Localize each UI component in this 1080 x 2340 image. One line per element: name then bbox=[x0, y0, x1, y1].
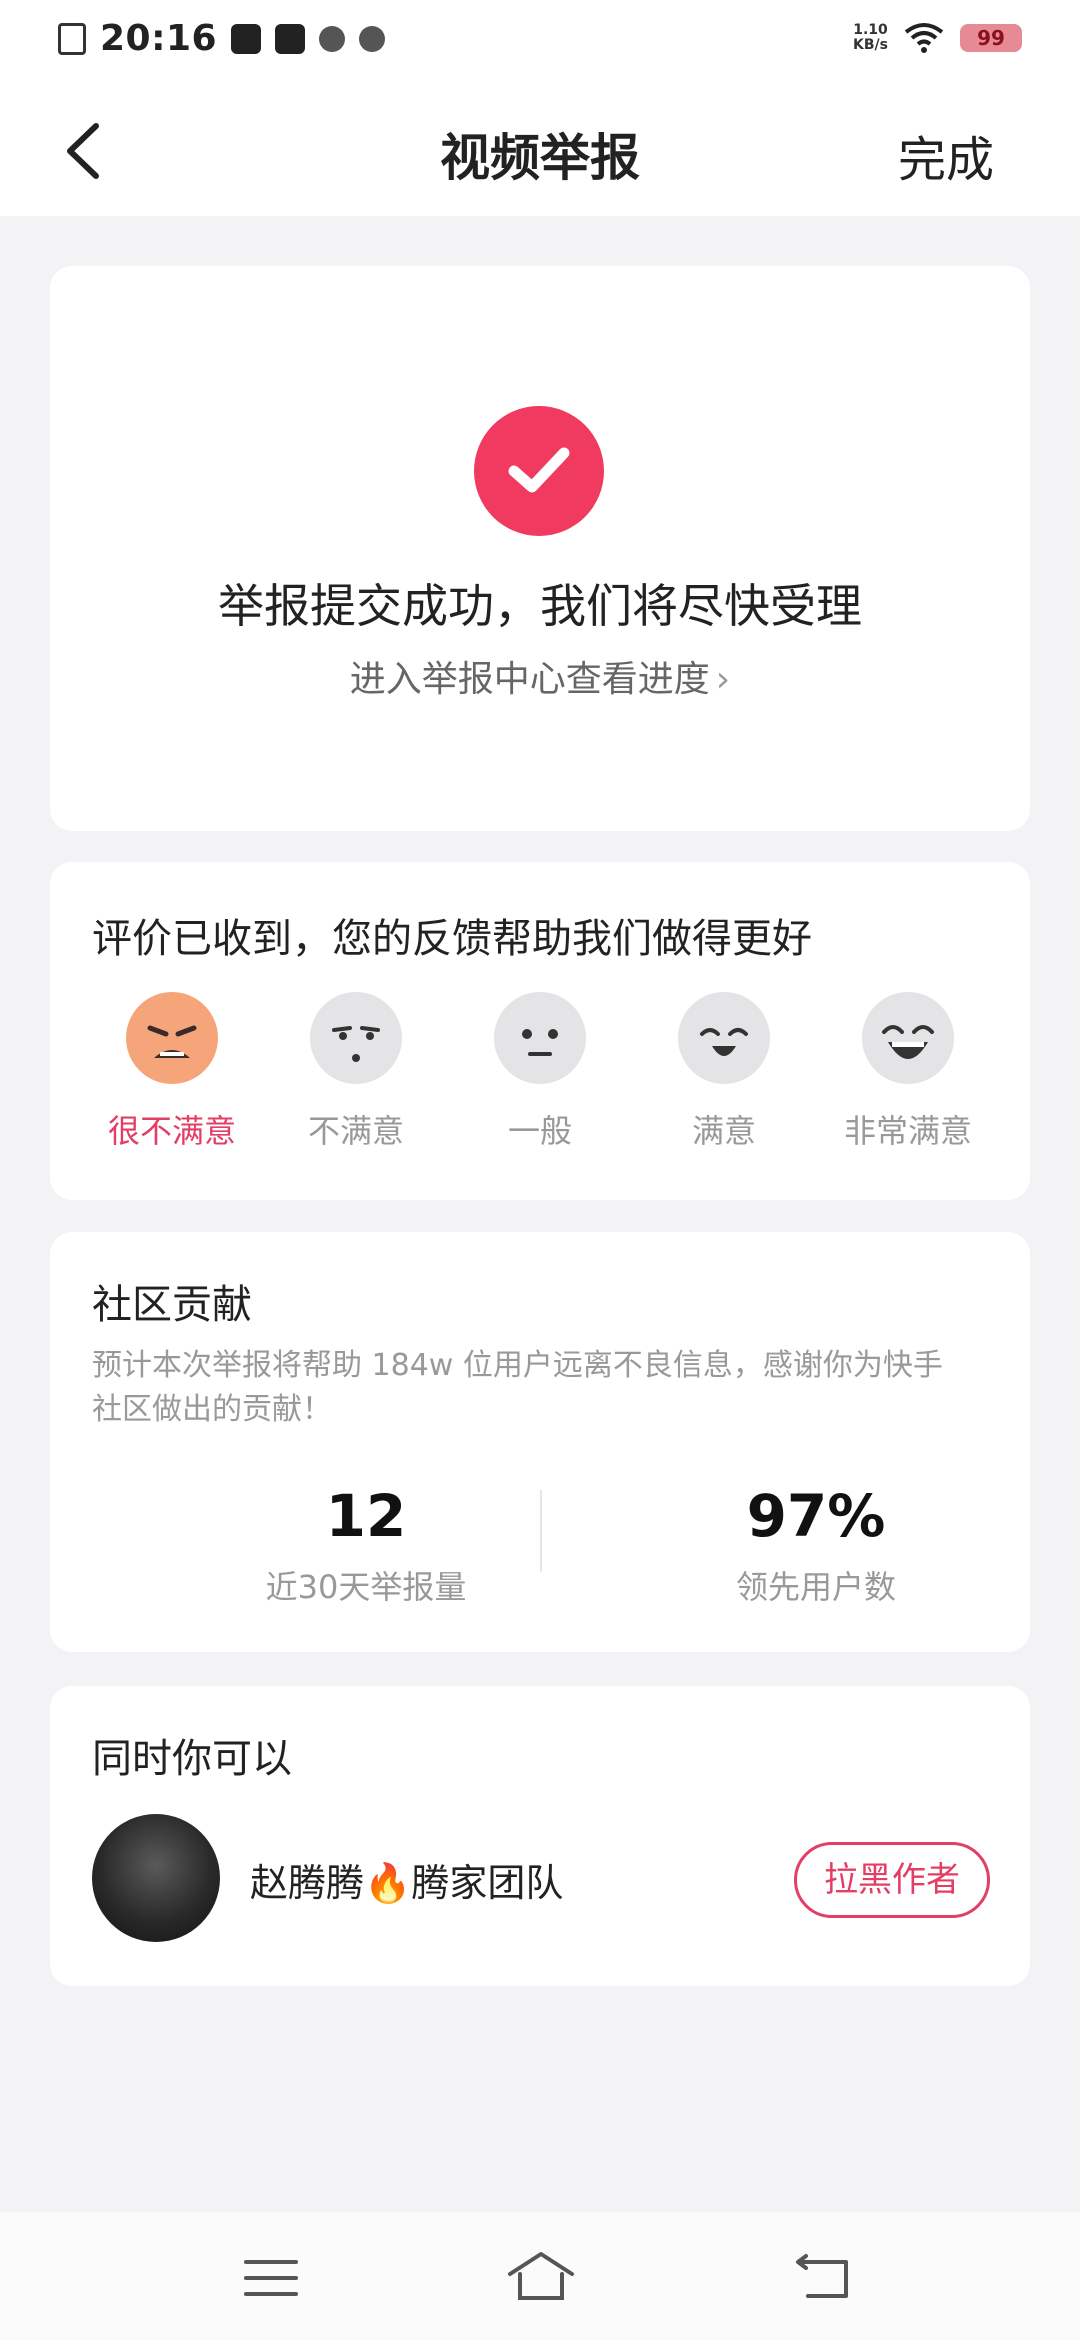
contribution-card: 社区贡献 预计本次举报将帮助 184w 位用户远离不良信息，感谢你为快手社区做出… bbox=[50, 1232, 1030, 1652]
check-icon bbox=[508, 447, 570, 493]
laughing-face-icon bbox=[862, 992, 954, 1084]
actions-card: 同时你可以 赵腾腾🔥腾家团队 拉黑作者 bbox=[50, 1686, 1030, 1986]
report-center-link[interactable]: 进入举报中心查看进度 › bbox=[50, 650, 1030, 702]
stat-value: 97% bbox=[746, 1482, 886, 1550]
wifi-icon bbox=[904, 23, 944, 53]
battery-icon: 99 bbox=[960, 24, 1022, 52]
tiktok-icon bbox=[275, 23, 306, 54]
stat-label: 领先用户数 bbox=[735, 1568, 896, 1606]
smiling-face-icon bbox=[678, 992, 770, 1084]
success-card: 举报提交成功，我们将尽快受理 进入举报中心查看进度 › bbox=[50, 266, 1030, 831]
rating-option-neutral[interactable]: 一般 bbox=[460, 992, 620, 1152]
rating-option-dissatisfied[interactable]: 不满意 bbox=[276, 992, 436, 1152]
network-speed: 1.10 KB/s bbox=[853, 23, 888, 53]
stat-percentile: 97% 领先用户数 bbox=[666, 1482, 966, 1608]
system-nav-bar bbox=[0, 2212, 1080, 2340]
rating-heading: 评价已收到，您的反馈帮助我们做得更好 bbox=[92, 916, 812, 962]
unimpressed-face-icon bbox=[310, 992, 402, 1084]
rating-options: 很不满意 不满意 一般 满意 非常满意 bbox=[92, 992, 988, 1152]
network-speed-unit: KB/s bbox=[853, 37, 888, 53]
avatar-notification-icon bbox=[319, 25, 346, 52]
status-bar-right: 1.10 KB/s 99 bbox=[853, 22, 1022, 54]
menu-icon bbox=[244, 2260, 298, 2296]
author-name[interactable]: 赵腾腾🔥腾家团队 bbox=[250, 1852, 563, 1907]
status-time: 20:16 bbox=[100, 18, 218, 59]
author-avatar[interactable] bbox=[92, 1814, 220, 1942]
actions-heading: 同时你可以 bbox=[92, 1736, 292, 1782]
rating-option-very-dissatisfied[interactable]: 很不满意 bbox=[92, 992, 252, 1152]
nav-menu-button[interactable] bbox=[236, 2248, 306, 2308]
contribution-heading: 社区贡献 bbox=[92, 1282, 252, 1328]
rating-label: 很不满意 bbox=[107, 1112, 236, 1150]
stat-value: 12 bbox=[325, 1482, 407, 1550]
nav-home-button[interactable] bbox=[506, 2248, 576, 2308]
status-bar-left: 20:16 bbox=[58, 18, 386, 59]
home-icon bbox=[508, 2252, 574, 2300]
rating-option-satisfied[interactable]: 满意 bbox=[644, 992, 804, 1152]
block-author-button[interactable]: 拉黑作者 bbox=[794, 1842, 990, 1918]
stat-label: 近30天举报量 bbox=[265, 1568, 467, 1606]
contribution-description: 预计本次举报将帮助 184w 位用户远离不良信息，感谢你为快手社区做出的贡献！ bbox=[92, 1348, 943, 1427]
stat-reports: 12 近30天举报量 bbox=[216, 1482, 516, 1608]
sim-error-icon bbox=[58, 22, 86, 55]
rating-label: 一般 bbox=[507, 1112, 572, 1150]
back-icon bbox=[796, 2254, 848, 2298]
angry-face-icon bbox=[126, 992, 218, 1084]
chevron-right-icon: › bbox=[715, 659, 731, 700]
rating-label: 不满意 bbox=[307, 1112, 404, 1150]
success-title: 举报提交成功，我们将尽快受理 bbox=[218, 579, 862, 633]
success-badge bbox=[474, 406, 604, 536]
rating-option-very-satisfied[interactable]: 非常满意 bbox=[828, 992, 988, 1152]
nav-back-button[interactable] bbox=[788, 2248, 858, 2308]
app-notification-icon bbox=[231, 23, 262, 54]
neutral-face-icon bbox=[494, 992, 586, 1084]
done-button[interactable]: 完成 bbox=[898, 120, 994, 190]
network-speed-value: 1.10 bbox=[853, 22, 888, 38]
rating-label: 满意 bbox=[691, 1112, 756, 1150]
report-center-link-label: 进入举报中心查看进度 bbox=[349, 659, 710, 700]
rating-card: 评价已收到，您的反馈帮助我们做得更好 很不满意 不满意 一般 满意 非常满意 bbox=[50, 862, 1030, 1200]
stat-divider bbox=[540, 1490, 542, 1572]
link-icon bbox=[359, 25, 386, 52]
header: 视频举报 完成 bbox=[0, 80, 1080, 216]
rating-label: 非常满意 bbox=[843, 1112, 972, 1150]
status-bar: 20:16 1.10 KB/s 99 bbox=[0, 0, 1080, 80]
